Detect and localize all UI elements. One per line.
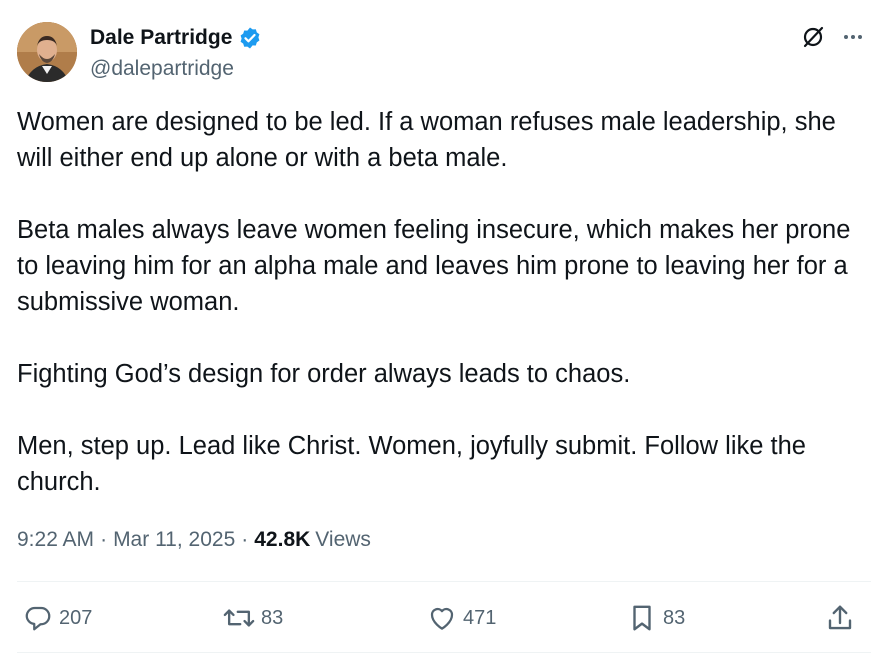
bookmark-button[interactable]: 83 <box>627 596 685 640</box>
divider <box>17 581 871 582</box>
tweet-meta: 9:22 AM · Mar 11, 2025 · 42.8K Views <box>17 524 371 556</box>
like-icon <box>427 603 457 633</box>
action-bar: 207 83 471 83 <box>17 596 871 640</box>
reply-button[interactable]: 207 <box>23 596 92 640</box>
divider <box>17 652 871 653</box>
tweet-time[interactable]: 9:22 AM <box>17 524 94 556</box>
views-label: Views <box>315 528 371 551</box>
reply-icon <box>23 603 53 633</box>
retweet-icon <box>223 603 255 633</box>
avatar[interactable] <box>17 22 77 82</box>
retweet-button[interactable]: 83 <box>223 596 283 640</box>
tweet-paragraph: Fighting God’s design for order always l… <box>17 360 631 388</box>
tweet-text: Women are designed to be led. If a woman… <box>17 104 877 500</box>
meta-separator: · <box>100 528 108 551</box>
reply-count: 207 <box>59 606 93 629</box>
share-icon <box>825 603 855 633</box>
author-name[interactable]: Dale Partridge <box>90 25 262 51</box>
tweet-paragraph: Men, step up. Lead like Christ. Women, j… <box>17 432 814 496</box>
like-count: 471 <box>463 606 497 629</box>
bookmark-icon <box>627 603 657 633</box>
bookmark-count: 83 <box>663 606 686 629</box>
author-handle[interactable]: @dalepartridge <box>90 56 234 82</box>
like-button[interactable]: 471 <box>427 596 496 640</box>
grok-icon[interactable] <box>800 24 826 50</box>
tweet-date[interactable]: Mar 11, 2025 <box>113 524 235 556</box>
meta-separator: · <box>241 528 249 551</box>
tweet-paragraph: Beta males always leave women feeling in… <box>17 216 858 316</box>
retweet-count: 83 <box>261 606 284 629</box>
more-icon[interactable] <box>840 24 866 50</box>
tweet-paragraph: Women are designed to be led. If a woman… <box>17 108 843 172</box>
views-count: 42.8K <box>254 528 311 551</box>
verified-badge-icon <box>238 26 262 50</box>
share-button[interactable] <box>825 596 855 640</box>
header-actions <box>800 24 866 50</box>
author-name-text[interactable]: Dale Partridge <box>90 25 232 51</box>
